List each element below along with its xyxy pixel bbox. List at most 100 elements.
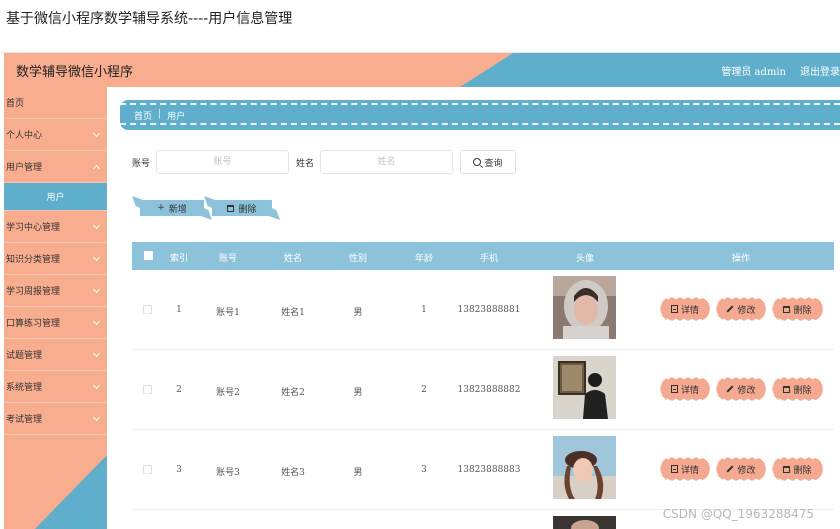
delete-button-label: 删除 <box>793 305 812 316</box>
edit-icon <box>726 305 735 313</box>
cell-phone: 13823888883 <box>457 465 521 475</box>
detail-button-label: 详情 <box>680 385 699 396</box>
cell-age: 3 <box>421 465 427 475</box>
edit-button[interactable]: 修改 <box>716 377 766 401</box>
sidebar-item-personal-center[interactable]: 个人中心 <box>4 119 107 151</box>
chevron-down-icon <box>92 129 101 138</box>
column-header-phone: 手机 <box>479 254 499 264</box>
sidebar-decoration <box>34 455 107 529</box>
page-caption: 基于微信小程序数学辅导系统----用户信息管理 <box>6 11 293 27</box>
cell-account: 账号3 <box>216 468 240 478</box>
watermark: CSDN @QQ_1963288475 <box>662 507 814 521</box>
delete-button-label: 删除 <box>238 204 257 215</box>
delete-button[interactable]: 删除 <box>772 457 823 481</box>
cell-index: 1 <box>176 305 182 315</box>
edit-button[interactable]: 修改 <box>716 297 766 321</box>
edit-button-label: 修改 <box>737 385 756 396</box>
delete-button[interactable]: 删除 <box>772 297 823 321</box>
sidebar-item-label: 学习中心管理 <box>6 223 61 233</box>
delete-button-label: 删除 <box>793 385 812 396</box>
name-search-input[interactable] <box>320 150 453 174</box>
sidebar-item-label: 口算练习管理 <box>6 319 61 329</box>
sidebar-item-weekly-report[interactable]: 学习周报管理 <box>4 275 107 307</box>
detail-button[interactable]: 详情 <box>660 297 710 321</box>
detail-button[interactable]: 详情 <box>660 377 710 401</box>
column-header-age: 年龄 <box>414 254 434 264</box>
cell-gender: 男 <box>353 468 363 478</box>
cell-name: 姓名2 <box>281 388 305 398</box>
app-title: 数学辅导微信小程序 <box>16 65 134 80</box>
detail-button[interactable]: 详情 <box>660 457 710 481</box>
query-button[interactable]: 查询 <box>460 150 516 174</box>
column-header-gender: 性别 <box>348 254 368 264</box>
cell-name: 姓名1 <box>281 308 305 318</box>
select-all-checkbox[interactable] <box>144 251 153 260</box>
button-decoration <box>268 206 280 220</box>
cell-index: 2 <box>176 385 182 395</box>
cell-index: 3 <box>176 465 182 475</box>
search-bar: 账号 姓名 查询 <box>132 150 516 174</box>
cell-account: 账号2 <box>216 388 240 398</box>
chevron-down-icon <box>92 221 101 230</box>
sidebar-item-mental-math[interactable]: 口算练习管理 <box>4 307 107 339</box>
sidebar: 首页 个人中心 用户管理 用户 学习中心管理 知识分类管理 学习周报管理 口算练… <box>4 87 107 529</box>
edit-icon <box>726 465 735 473</box>
trash-icon <box>783 385 791 393</box>
chevron-down-icon <box>92 381 101 390</box>
sidebar-item-knowledge-category[interactable]: 知识分类管理 <box>4 243 107 275</box>
account-label: 账号 <box>132 158 151 169</box>
avatar <box>553 436 616 499</box>
query-button-label: 查询 <box>484 158 503 169</box>
sidebar-item-questions[interactable]: 试题管理 <box>4 339 107 371</box>
table-header: 索引 账号 姓名 性别 年龄 手机 头像 操作 <box>132 242 834 270</box>
sidebar-item-home[interactable]: 首页 <box>4 87 107 119</box>
top-header: 数学辅导微信小程序 管理员 admin 退出登录 <box>4 53 840 87</box>
avatar <box>553 516 616 529</box>
cell-age: 1 <box>421 305 427 315</box>
avatar <box>553 356 616 419</box>
sidebar-item-label: 用户 <box>46 193 65 203</box>
sidebar-item-exams[interactable]: 考试管理 <box>4 403 107 435</box>
batch-delete-button[interactable]: 删除 <box>204 196 280 220</box>
plus-icon: + <box>157 203 165 213</box>
breadcrumb-home[interactable]: 首页 <box>134 109 152 122</box>
logout-link[interactable]: 退出登录 <box>800 63 840 78</box>
sidebar-item-label: 用户管理 <box>6 163 43 173</box>
sidebar-item-study-center[interactable]: 学习中心管理 <box>4 211 107 243</box>
detail-button-label: 详情 <box>680 305 699 316</box>
chevron-down-icon <box>92 317 101 326</box>
account-search-input[interactable] <box>156 150 289 174</box>
cell-account: 账号1 <box>216 308 240 318</box>
sidebar-item-label: 系统管理 <box>6 383 43 393</box>
delete-button[interactable]: 删除 <box>772 377 823 401</box>
sidebar-item-system[interactable]: 系统管理 <box>4 371 107 403</box>
name-label: 姓名 <box>296 158 315 169</box>
column-header-avatar: 头像 <box>575 254 595 264</box>
sidebar-item-user-management[interactable]: 用户管理 <box>4 151 107 183</box>
edit-icon <box>726 385 735 393</box>
delete-button-label: 删除 <box>793 465 812 476</box>
row-checkbox[interactable] <box>143 385 152 394</box>
sidebar-item-label: 学习周报管理 <box>6 287 61 297</box>
cell-age: 2 <box>421 385 427 395</box>
add-button-label: 新增 <box>168 204 187 215</box>
sidebar-item-label: 试题管理 <box>6 351 43 361</box>
chevron-down-icon <box>92 253 101 262</box>
table-row: 3 账号3 姓名3 男 3 13823888883 详情 修改 删除 <box>132 430 834 510</box>
cell-phone: 13823888882 <box>457 385 521 395</box>
row-checkbox[interactable] <box>143 305 152 314</box>
column-header-account: 账号 <box>218 254 238 264</box>
sidebar-item-label: 知识分类管理 <box>6 255 61 265</box>
add-button[interactable]: + 新增 <box>132 196 212 220</box>
row-checkbox[interactable] <box>143 465 152 474</box>
breadcrumb-current: 用户 <box>167 112 186 122</box>
edit-button[interactable]: 修改 <box>716 457 766 481</box>
detail-button-label: 详情 <box>680 465 699 476</box>
cell-gender: 男 <box>353 308 363 318</box>
column-header-name: 姓名 <box>283 254 303 264</box>
trash-icon <box>783 465 791 473</box>
chevron-down-icon <box>92 413 101 422</box>
edit-button-label: 修改 <box>737 305 756 316</box>
sidebar-subitem-users[interactable]: 用户 <box>4 183 107 211</box>
admin-label: 管理员 admin <box>721 67 786 78</box>
